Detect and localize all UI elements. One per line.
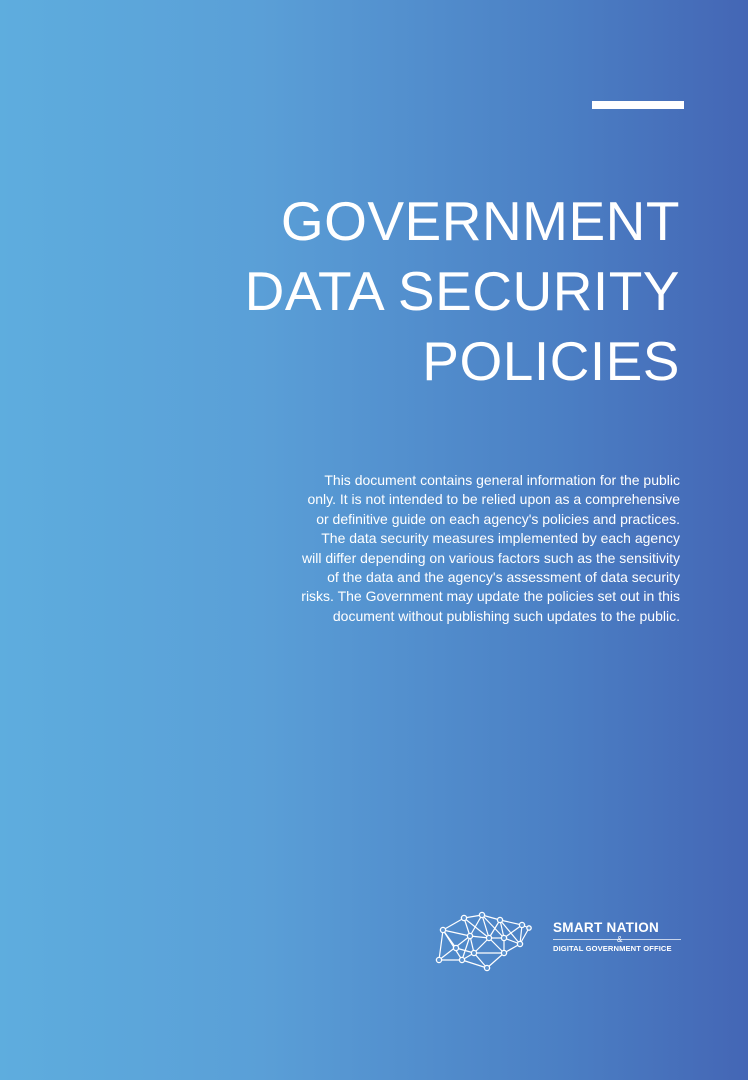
title-line-2: DATA SECURITY	[244, 260, 680, 322]
logo-line-digital-government-office: DIGITAL GOVERNMENT OFFICE	[553, 944, 672, 953]
disclaimer-text: This document contains general informati…	[301, 472, 680, 624]
network-nodes-icon	[435, 911, 532, 972]
title-line-3: POLICIES	[422, 330, 680, 392]
logo-wordmark: SMART NATION & DIGITAL GOVERNMENT OFFICE	[553, 920, 693, 953]
document-title: GOVERNMENT DATA SECURITY POLICIES	[120, 186, 680, 396]
title-line-1: GOVERNMENT	[280, 190, 680, 252]
smart-nation-logo: SMART NATION & DIGITAL GOVERNMENT OFFICE	[434, 908, 694, 978]
accent-bar	[592, 101, 684, 109]
logo-line-smart-nation: SMART NATION	[553, 920, 660, 935]
